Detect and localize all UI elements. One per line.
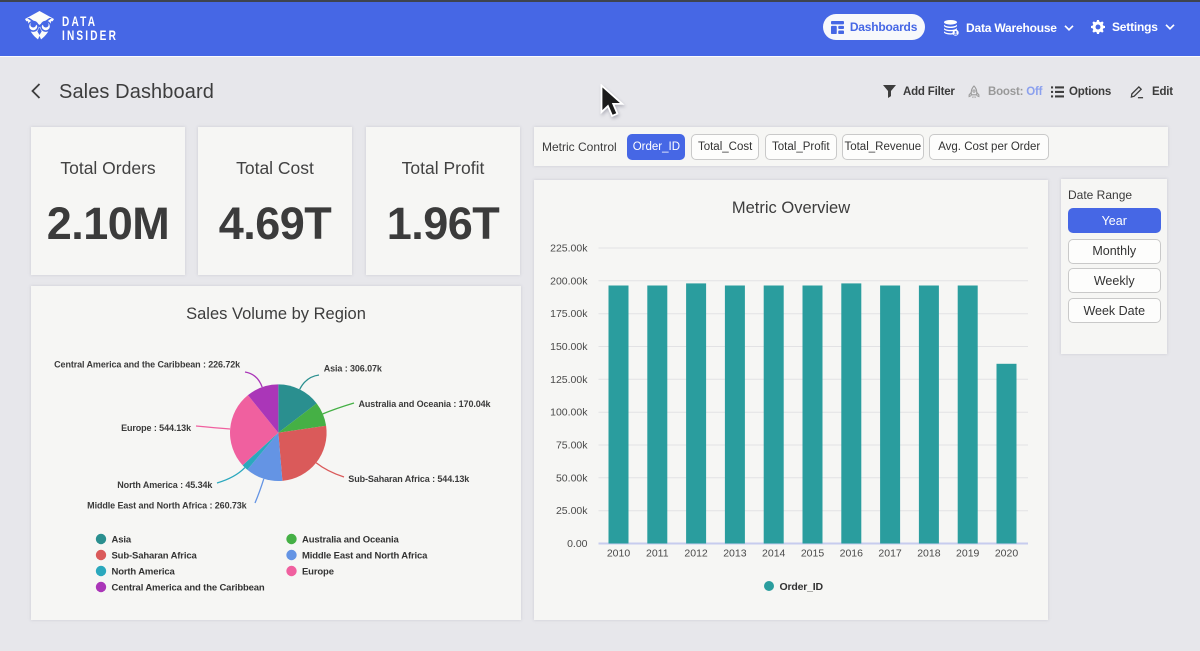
svg-text:Sub-Saharan Africa : 544.13k: Sub-Saharan Africa : 544.13k <box>348 474 470 484</box>
svg-text:North America : 45.34k: North America : 45.34k <box>117 480 213 490</box>
svg-text:Asia: Asia <box>112 535 132 546</box>
svg-text:Middle East and North Africa :: Middle East and North Africa : 260.73k <box>87 500 248 510</box>
svg-text:2020: 2020 <box>995 548 1019 560</box>
svg-text:Europe : 544.13k: Europe : 544.13k <box>121 423 192 433</box>
svg-text:2015: 2015 <box>801 548 825 560</box>
svg-text:125.00k: 125.00k <box>550 374 588 386</box>
svg-text:North America: North America <box>112 567 176 578</box>
svg-text:Australia and Oceania : 170.04: Australia and Oceania : 170.04k <box>359 399 492 409</box>
svg-text:Europe: Europe <box>302 567 334 578</box>
svg-text:2012: 2012 <box>684 548 708 560</box>
svg-text:25.00k: 25.00k <box>556 505 588 517</box>
svg-text:200.00k: 200.00k <box>550 275 588 287</box>
svg-text:2011: 2011 <box>646 548 669 560</box>
svg-text:Sub-Saharan Africa: Sub-Saharan Africa <box>112 551 198 562</box>
svg-text:Middle East and North Africa: Middle East and North Africa <box>302 551 428 562</box>
svg-text:2019: 2019 <box>956 548 980 560</box>
svg-text:2018: 2018 <box>917 548 941 560</box>
svg-text:100.00k: 100.00k <box>550 407 588 419</box>
svg-text:0.00: 0.00 <box>567 538 588 550</box>
svg-text:Central America and the Caribb: Central America and the Caribbean : 226.… <box>54 360 241 370</box>
svg-text:2016: 2016 <box>840 548 864 560</box>
svg-text:Central America and the Caribb: Central America and the Caribbean <box>112 583 265 594</box>
svg-text:75.00k: 75.00k <box>556 440 588 452</box>
svg-text:2010: 2010 <box>607 548 631 560</box>
svg-text:50.00k: 50.00k <box>556 472 588 484</box>
svg-text:225.00k: 225.00k <box>550 243 588 255</box>
svg-text:Asia : 306.07k: Asia : 306.07k <box>324 364 383 374</box>
svg-text:Australia and Oceania: Australia and Oceania <box>302 535 400 546</box>
svg-text:2014: 2014 <box>762 548 786 560</box>
svg-text:2017: 2017 <box>878 548 902 560</box>
svg-text:2013: 2013 <box>723 548 747 560</box>
svg-text:150.00k: 150.00k <box>550 341 588 353</box>
svg-text:Order_ID: Order_ID <box>780 581 824 593</box>
svg-text:175.00k: 175.00k <box>550 308 588 320</box>
